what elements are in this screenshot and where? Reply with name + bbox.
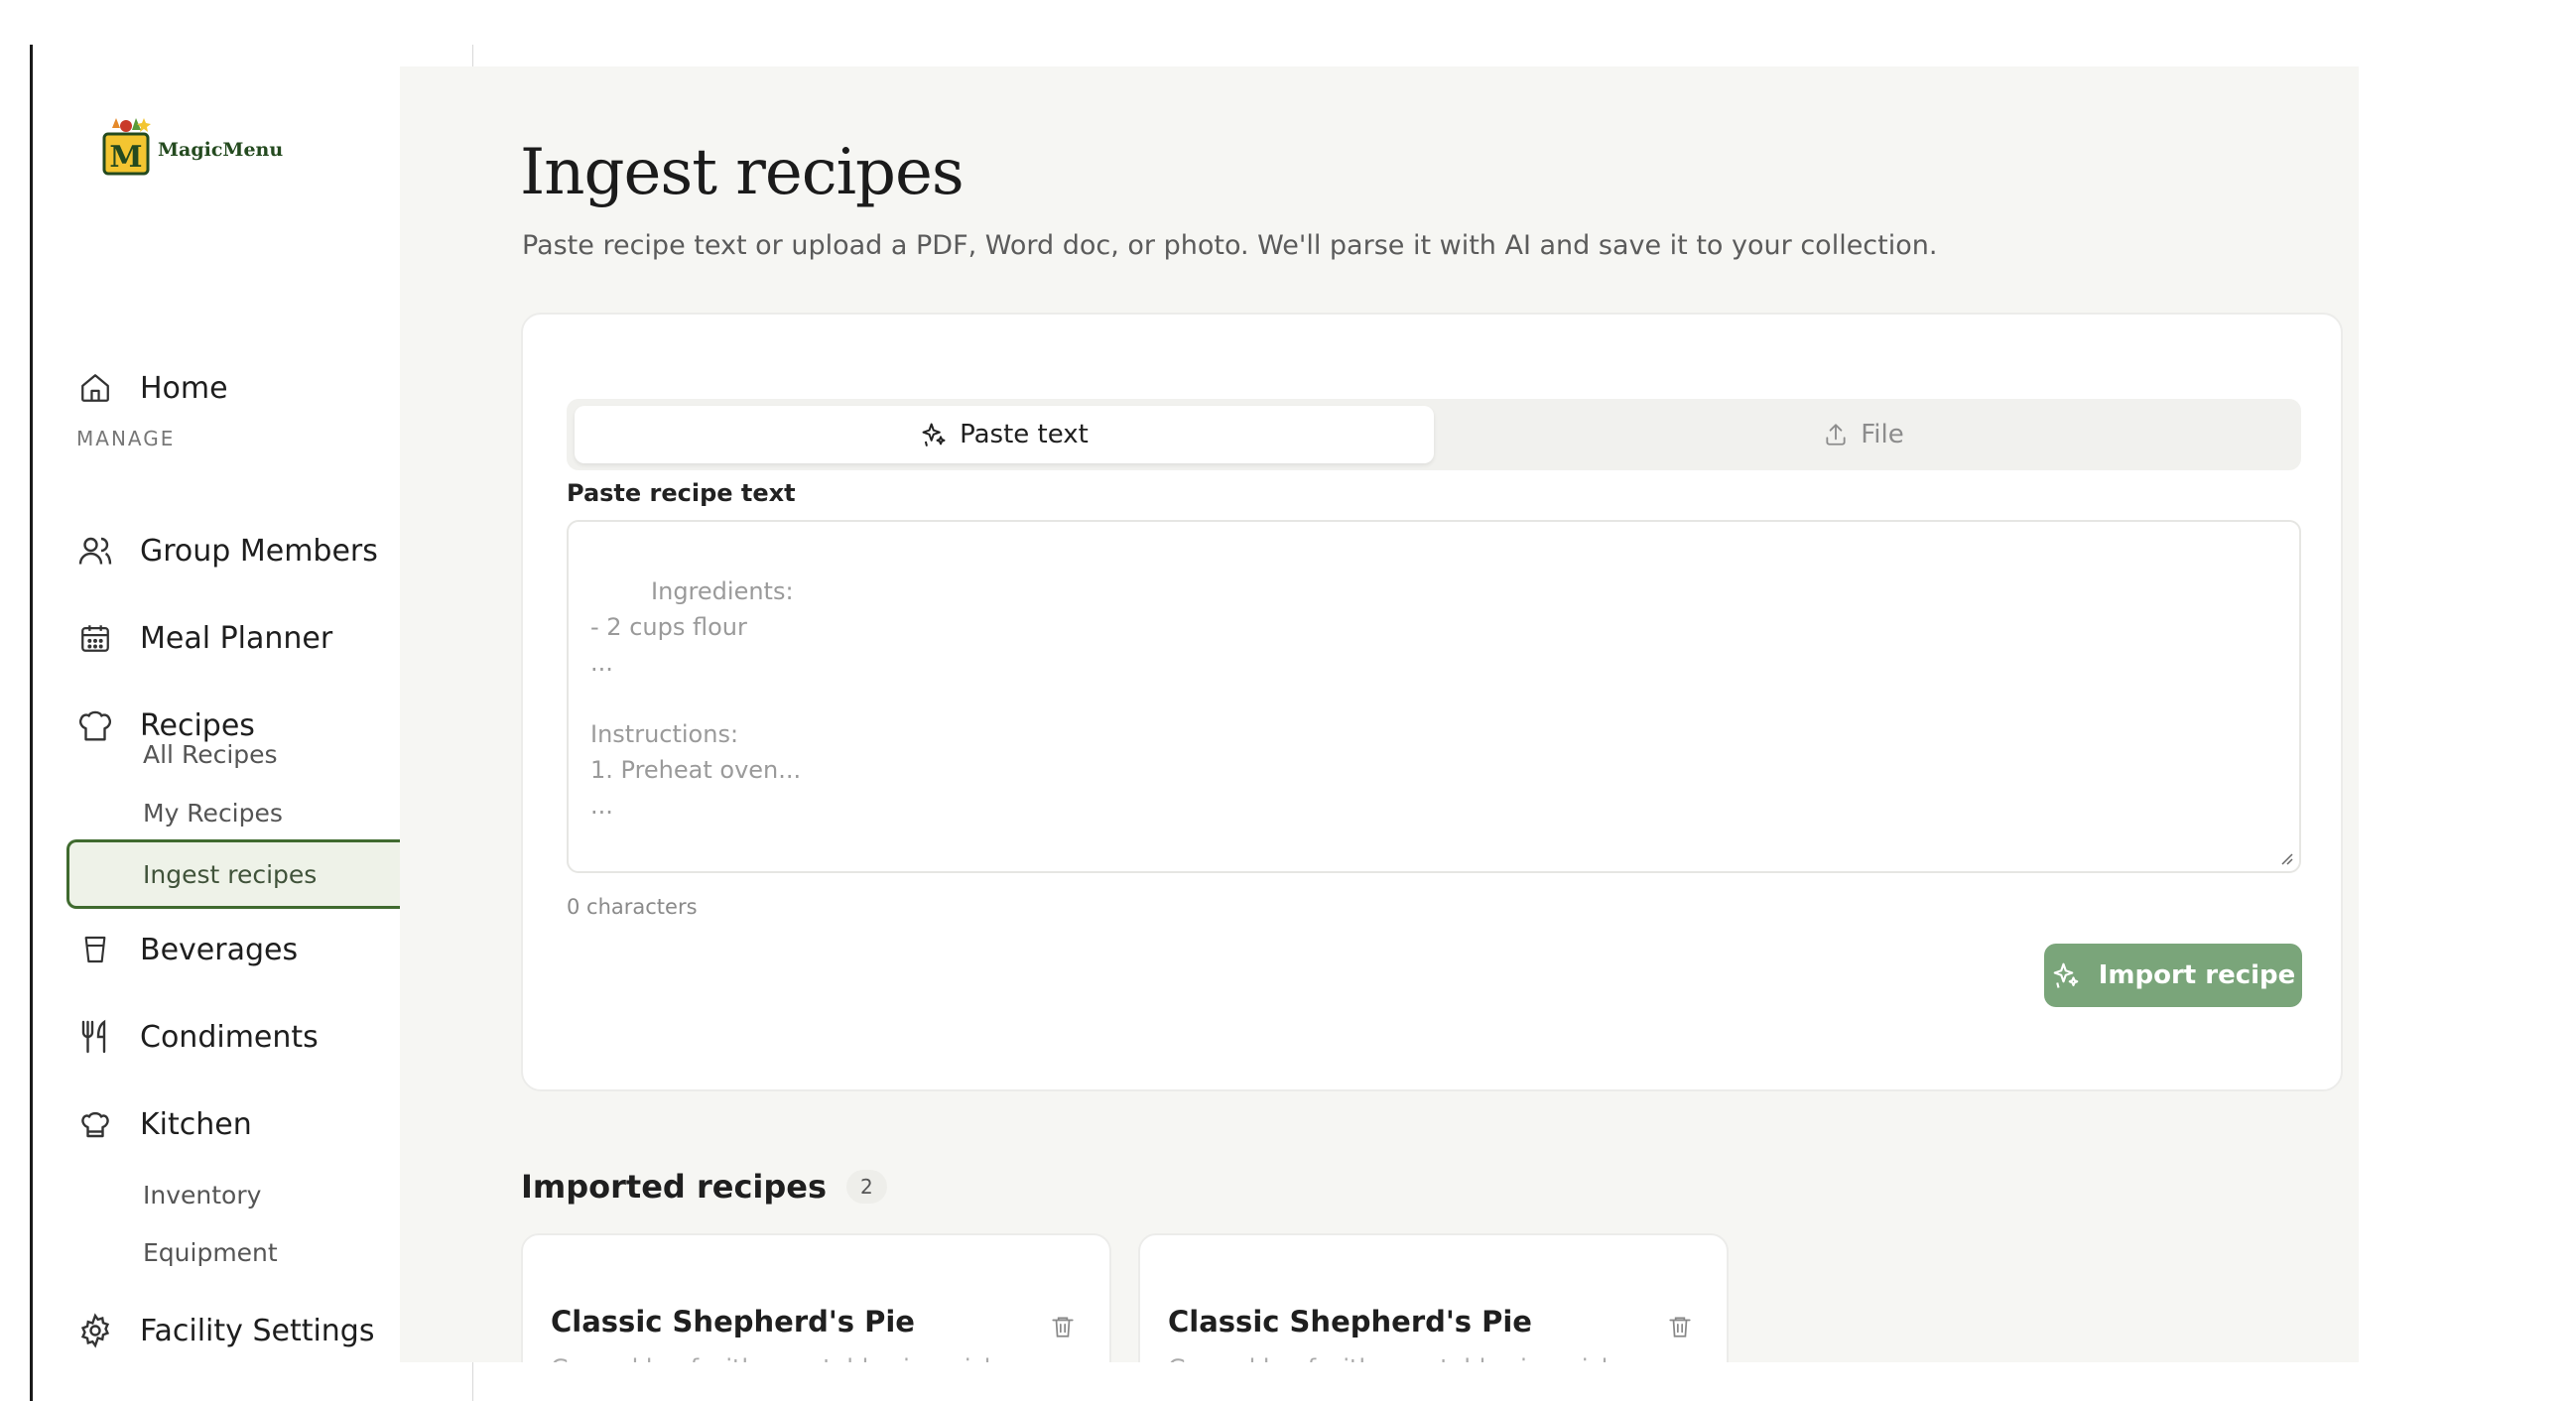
resize-handle-icon[interactable] — [2279, 851, 2293, 865]
sidebar-item-label: Beverages — [140, 932, 299, 967]
sidebar-subitem-all-recipes[interactable]: All Recipes — [143, 740, 278, 769]
grocery-bag-icon: M — [98, 114, 156, 176]
sidebar-item-label: Meal Planner — [140, 620, 333, 656]
main-content: Ingest recipes Paste recipe text or uplo… — [400, 66, 2359, 1362]
recipe-card[interactable]: Classic Shepherd's Pie Ground beef with … — [521, 1233, 1111, 1362]
sparkles-icon — [922, 423, 946, 446]
tab-paste-text[interactable]: Paste text — [575, 406, 1434, 463]
section-label: MANAGE — [76, 427, 176, 450]
page-title: Ingest recipes — [520, 136, 965, 209]
cup-icon — [76, 931, 114, 968]
recipe-text-placeholder: Ingredients: - 2 cups flour ... Instruct… — [590, 577, 802, 820]
sidebar-item-label: Group Members — [140, 533, 378, 569]
tab-file[interactable]: File — [1434, 406, 2293, 463]
home-icon — [76, 369, 114, 407]
sidebar-item-label: Recipes — [140, 707, 255, 743]
logo[interactable]: M MagicMenu — [98, 114, 283, 176]
chef-hat-icon — [76, 706, 114, 744]
section-title: Imported recipes — [521, 1168, 828, 1206]
count-badge: 2 — [846, 1170, 887, 1204]
calendar-icon — [76, 619, 114, 657]
sidebar-subitem-inventory[interactable]: Inventory — [143, 1181, 261, 1210]
imported-recipes-heading: Imported recipes 2 — [521, 1168, 887, 1206]
sidebar-subitem-my-recipes[interactable]: My Recipes — [143, 799, 283, 828]
recipe-description: Ground beef with vegetables in a rich — [1168, 1354, 1616, 1362]
sidebar-item-meal-planner[interactable]: Meal Planner — [76, 614, 332, 662]
recipe-title: Classic Shepherd's Pie — [1168, 1305, 1532, 1338]
sidebar-item-facility-settings[interactable]: Facility Settings — [76, 1307, 374, 1354]
app-window: M MagicMenu Home MANAGE Group Members Me… — [33, 66, 2359, 1362]
sidebar-subitem-ingest-recipes[interactable]: Ingest recipes — [66, 839, 404, 909]
recipe-text-input[interactable]: Ingredients: - 2 cups flour ... Instruct… — [567, 520, 2301, 873]
sidebar-item-label: Facility Settings — [140, 1313, 375, 1348]
sidebar-item-label: Kitchen — [140, 1106, 252, 1142]
input-mode-tabs: Paste text File — [567, 399, 2301, 470]
sidebar-item-label: Home — [140, 370, 228, 406]
import-recipe-button[interactable]: Import recipe — [2044, 944, 2302, 1007]
sidebar-subitem-equipment[interactable]: Equipment — [143, 1238, 278, 1267]
tab-label: Paste text — [960, 420, 1089, 449]
trash-icon[interactable] — [1050, 1313, 1076, 1340]
chef-hat-icon — [76, 1105, 114, 1143]
character-count: 0 characters — [567, 895, 698, 919]
sparkles-icon — [2053, 962, 2079, 988]
svg-text:M: M — [109, 140, 142, 175]
gear-icon — [76, 1312, 114, 1349]
trash-icon[interactable] — [1667, 1313, 1693, 1340]
sidebar-item-home[interactable]: Home — [76, 364, 228, 412]
sidebar-item-beverages[interactable]: Beverages — [76, 926, 298, 973]
sidebar-item-label: Condiments — [140, 1019, 319, 1055]
sidebar-item-label: Ingest recipes — [143, 860, 318, 889]
recipe-text-label: Paste recipe text — [567, 479, 796, 507]
divider — [472, 1361, 473, 1401]
divider — [472, 45, 473, 66]
recipe-card[interactable]: Classic Shepherd's Pie Ground beef with … — [1138, 1233, 1729, 1362]
sidebar-item-group-members[interactable]: Group Members — [76, 527, 378, 574]
sidebar: M MagicMenu Home MANAGE Group Members Me… — [33, 66, 404, 1362]
recipe-title: Classic Shepherd's Pie — [551, 1305, 915, 1338]
upload-icon — [1826, 424, 1846, 446]
button-label: Import recipe — [2098, 960, 2296, 990]
sidebar-item-kitchen[interactable]: Kitchen — [76, 1100, 252, 1148]
tab-label: File — [1861, 420, 1904, 449]
sidebar-item-condiments[interactable]: Condiments — [76, 1013, 319, 1061]
utensils-icon — [76, 1018, 114, 1056]
recipe-description: Ground beef with vegetables in a rich — [551, 1354, 999, 1362]
users-icon — [76, 532, 114, 570]
logo-text: MagicMenu — [158, 139, 284, 161]
ingest-card: Paste text File Paste recipe text Ingred… — [521, 313, 2343, 1091]
page-subtitle: Paste recipe text or upload a PDF, Word … — [522, 230, 1938, 261]
